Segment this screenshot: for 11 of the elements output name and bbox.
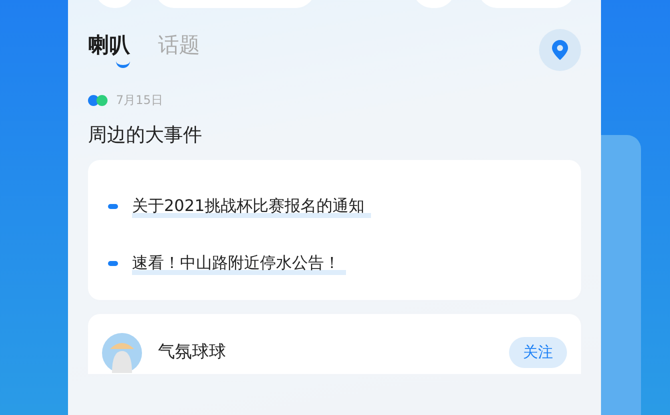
dots-icon	[88, 94, 110, 106]
bullet-icon	[108, 204, 118, 208]
section-heading: 周边的大事件	[88, 123, 203, 148]
tab[interactable]: 喇叭	[88, 32, 130, 60]
location-button[interactable]	[539, 29, 581, 71]
location-pin-icon	[552, 40, 568, 60]
author-name[interactable]: 气氛球球	[158, 340, 226, 366]
avatar-icon[interactable]	[102, 332, 142, 372]
bullet-icon	[108, 260, 118, 266]
date-text: 7月15日	[116, 92, 163, 109]
tab-indicator	[116, 61, 130, 68]
